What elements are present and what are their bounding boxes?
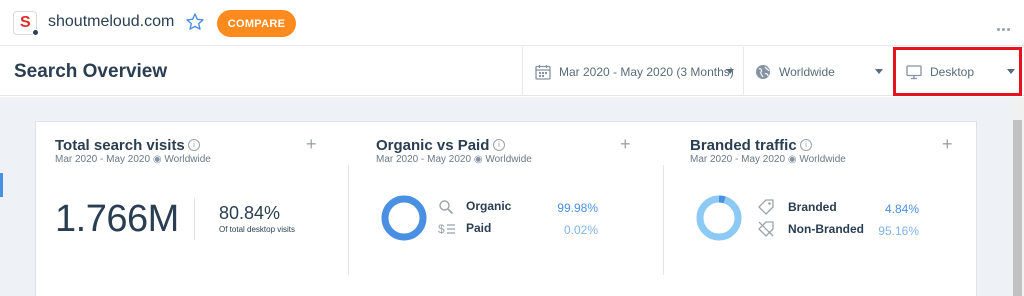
calendar-icon bbox=[535, 64, 551, 80]
organic-label: Organic bbox=[466, 199, 512, 213]
info-icon[interactable]: i bbox=[188, 139, 200, 151]
globe-icon bbox=[756, 64, 770, 79]
branded-value: 4.84% bbox=[884, 202, 919, 216]
date-range-filter[interactable]: Mar 2020 - May 2020 (3 Months) bbox=[522, 47, 743, 96]
chevron-down-icon bbox=[726, 69, 734, 74]
info-icon[interactable]: i bbox=[800, 139, 812, 151]
paid-label: Paid bbox=[466, 221, 492, 235]
star-icon[interactable] bbox=[185, 12, 205, 32]
branded-date-range: Mar 2020 - May 2020 ◉ Worldwide bbox=[690, 154, 846, 165]
favicon-letter: S bbox=[20, 14, 31, 31]
desktop-share-note: Of total desktop visits bbox=[219, 225, 296, 234]
globe-small-icon: ◉ bbox=[473, 154, 483, 165]
paid-value: 0.02% bbox=[563, 223, 598, 237]
total-search-visits-title: Total search visits bbox=[55, 137, 185, 154]
divider bbox=[194, 198, 195, 240]
search-icon bbox=[439, 200, 454, 215]
non-branded-value: 95.16% bbox=[878, 224, 919, 238]
branded-traffic-title: Branded traffic bbox=[690, 137, 797, 154]
date-range-label: Mar 2020 - May 2020 (3 Months) bbox=[559, 64, 734, 79]
section-divider bbox=[348, 165, 349, 275]
svg-text:$: $ bbox=[438, 222, 445, 236]
branded-donut bbox=[696, 195, 742, 241]
add-plus-icon[interactable]: + bbox=[620, 135, 631, 153]
page-title: Search Overview bbox=[14, 61, 168, 82]
highlight-annotation bbox=[893, 47, 1022, 96]
scrollbar-thumb[interactable] bbox=[1013, 120, 1022, 296]
organic-value: 99.98% bbox=[557, 201, 598, 215]
organic-paid-donut bbox=[381, 195, 427, 241]
active-nav-marker bbox=[0, 173, 3, 197]
non-branded-label: Non-Branded bbox=[788, 222, 864, 236]
desktop-share-value: 80.84% bbox=[219, 203, 281, 223]
chevron-down-icon bbox=[875, 69, 883, 74]
add-plus-icon[interactable]: + bbox=[942, 135, 953, 153]
info-icon[interactable]: i bbox=[493, 139, 505, 151]
more-dots-icon[interactable] bbox=[997, 18, 1017, 31]
organic-date-range: Mar 2020 - May 2020 ◉ Worldwide bbox=[376, 154, 532, 165]
site-domain[interactable]: shoutmeloud.com bbox=[48, 13, 174, 31]
page-header: Search Overview Mar 2020 - May 2020 (3 M… bbox=[0, 47, 1024, 96]
site-favicon: S bbox=[13, 11, 39, 36]
globe-small-icon: ◉ bbox=[787, 154, 797, 165]
total-visits-value: 1.766M bbox=[55, 198, 179, 240]
country-filter[interactable]: Worldwide bbox=[743, 47, 893, 96]
globe-small-icon: ◉ bbox=[152, 154, 162, 165]
total-date-range: Mar 2020 - May 2020 ◉ Worldwide bbox=[55, 154, 211, 165]
favicon-badge bbox=[32, 29, 39, 36]
organic-vs-paid-title: Organic vs Paid bbox=[376, 137, 490, 154]
top-bar: S shoutmeloud.com COMPARE bbox=[0, 0, 1024, 46]
add-plus-icon[interactable]: + bbox=[306, 135, 317, 153]
branded-label: Branded bbox=[788, 200, 837, 214]
tag-off-icon bbox=[758, 221, 774, 237]
country-label: Worldwide bbox=[779, 64, 835, 79]
compare-button[interactable]: COMPARE bbox=[217, 10, 296, 37]
paid-icon: $ bbox=[438, 222, 455, 236]
tag-icon bbox=[758, 199, 774, 215]
section-divider bbox=[663, 165, 664, 275]
